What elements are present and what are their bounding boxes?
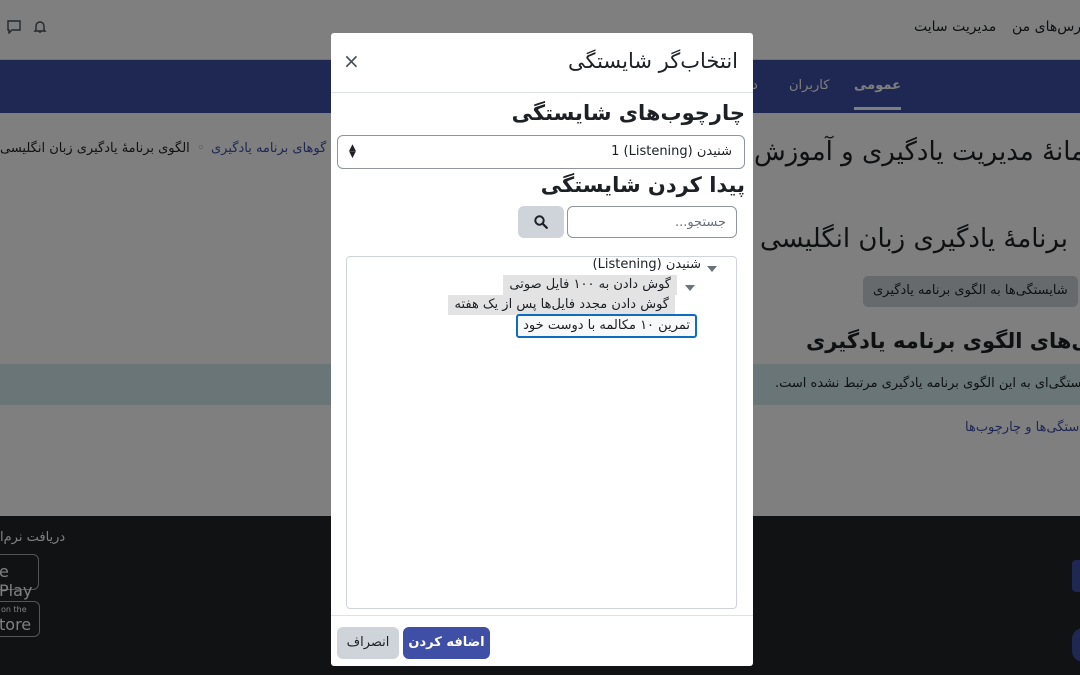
select-updown-icon: ▲ ▼ — [349, 143, 356, 160]
add-button[interactable]: اضافه کردن — [403, 627, 490, 659]
competency-picker-dialog: انتخاب‌گر شایستگی × چارچوب‌های شایستگی ش… — [331, 33, 753, 666]
search-icon — [534, 215, 548, 229]
tree-node-child[interactable]: گوش دادن به ۱۰۰ فایل صوتی — [503, 275, 677, 295]
find-competency-heading: پیدا کردن شایستگی — [540, 173, 745, 197]
tree-node-root[interactable]: شنیدن (Listening) — [593, 255, 701, 275]
tree-node-grandchild[interactable]: گوش دادن مجدد فایل‌ها پس از یک هفته — [448, 295, 675, 315]
framework-select[interactable]: شنیدن (Listening) 1 ▲ ▼ — [337, 135, 745, 169]
close-icon[interactable]: × — [343, 51, 360, 71]
competency-tree: شنیدن (Listening) گوش دادن به ۱۰۰ فایل ص… — [346, 256, 737, 609]
search-input[interactable] — [567, 206, 737, 238]
dialog-footer: انصراف اضافه کردن — [331, 615, 753, 666]
dialog-title: انتخاب‌گر شایستگی — [567, 49, 738, 73]
cancel-button[interactable]: انصراف — [337, 627, 399, 659]
dialog-header: انتخاب‌گر شایستگی × — [331, 33, 753, 93]
caret-down-icon[interactable] — [707, 266, 717, 272]
search-button[interactable] — [518, 206, 564, 238]
framework-selected-value: شنیدن (Listening) 1 — [611, 144, 732, 159]
tree-node-selected[interactable]: تمرین ۱۰ مکالمه با دوست خود — [516, 314, 697, 338]
frameworks-heading: چارچوب‌های شایستگی — [511, 101, 745, 125]
caret-down-icon[interactable] — [685, 285, 695, 291]
